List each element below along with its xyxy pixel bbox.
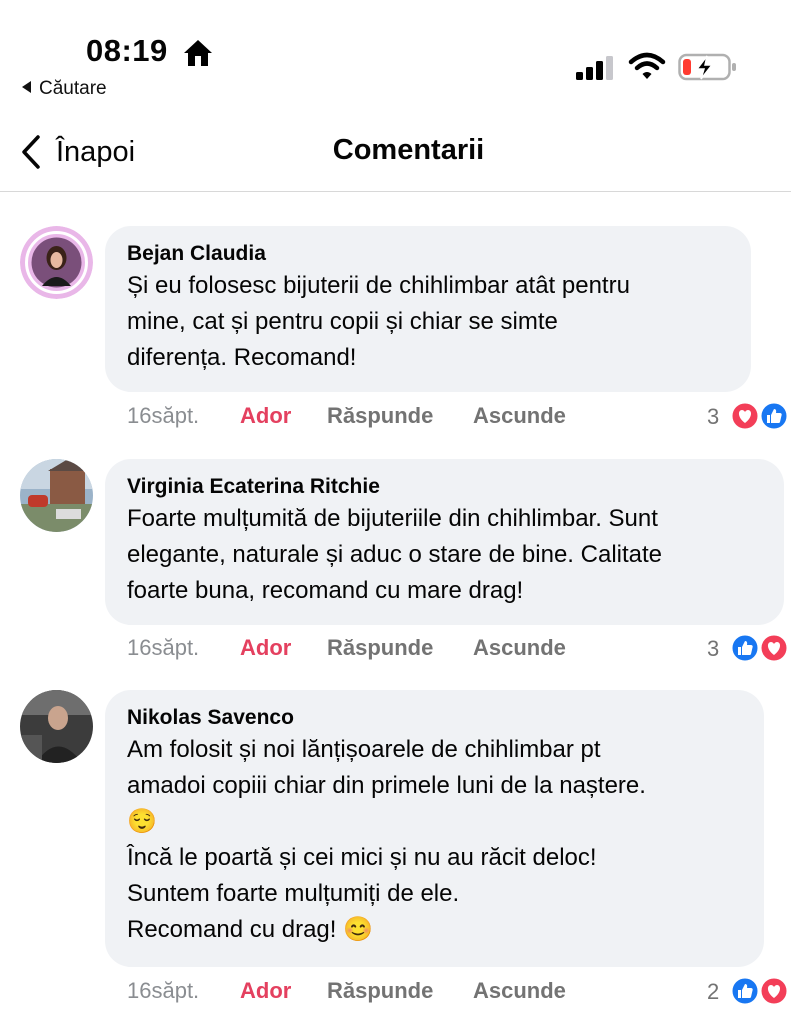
hide-button[interactable]: Ascunde xyxy=(473,403,566,429)
reactions-icon[interactable] xyxy=(729,632,791,664)
back-to-search-link[interactable]: Căutare xyxy=(22,78,107,100)
signal-icon xyxy=(576,56,613,80)
love-action-button[interactable]: Ador xyxy=(240,635,291,661)
hide-button[interactable]: Ascunde xyxy=(473,978,566,1004)
avatar-image xyxy=(20,459,93,532)
page-title: Comentarii xyxy=(332,134,485,166)
back-triangle-icon xyxy=(22,81,31,93)
status-time: 08:19 xyxy=(86,33,168,68)
reaction-count[interactable]: 2 xyxy=(707,979,719,1005)
comment-text: Am folosit și noi lănțișoarele de chihli… xyxy=(127,736,646,943)
battery-charging-icon xyxy=(678,53,736,81)
comment-author[interactable]: Bejan Claudia xyxy=(127,240,729,268)
comment-bubble[interactable]: Bejan Claudia Și eu folosesc bijuterii d… xyxy=(105,226,751,392)
avatar[interactable] xyxy=(20,226,93,299)
love-action-button[interactable]: Ador xyxy=(240,403,291,429)
love-action-button[interactable]: Ador xyxy=(240,978,291,1004)
comment-author[interactable]: Nikolas Savenco xyxy=(127,704,742,732)
avatar[interactable] xyxy=(20,459,93,532)
comment-bubble[interactable]: Virginia Ecaterina Ritchie Foarte mulțum… xyxy=(105,459,784,625)
comment-text: Foarte mulțumită de bijuteriile din chih… xyxy=(127,505,663,604)
reaction-count[interactable]: 3 xyxy=(707,404,719,430)
hide-button[interactable]: Ascunde xyxy=(473,635,566,661)
comment-author[interactable]: Virginia Ecaterina Ritchie xyxy=(127,473,762,501)
avatar[interactable] xyxy=(20,690,93,763)
comment-time: 16săpt. xyxy=(127,403,200,428)
avatar-image xyxy=(20,690,93,763)
reply-button[interactable]: Răspunde xyxy=(327,635,433,661)
back-app-label: Căutare xyxy=(39,78,107,99)
comment-bubble[interactable]: Nikolas Savenco Am folosit și noi lănțiș… xyxy=(105,690,764,967)
avatar-image xyxy=(20,226,93,299)
reaction-count[interactable]: 3 xyxy=(707,636,719,662)
reply-button[interactable]: Răspunde xyxy=(327,403,433,429)
comment-time: 16săpt. xyxy=(127,635,200,660)
comment-text: Și eu folosesc bijuterii de chihlimbar a… xyxy=(127,272,630,371)
reply-button[interactable]: Răspunde xyxy=(327,978,433,1004)
home-icon xyxy=(184,40,212,66)
nav-bar: Înapoi Comentarii xyxy=(0,110,791,192)
wifi-icon xyxy=(628,52,666,79)
comment-time: 16săpt. xyxy=(127,978,200,1003)
reactions-icon[interactable] xyxy=(729,975,791,1007)
status-bar: 08:19 Căutare xyxy=(0,0,791,105)
reactions-icon[interactable] xyxy=(729,400,791,432)
